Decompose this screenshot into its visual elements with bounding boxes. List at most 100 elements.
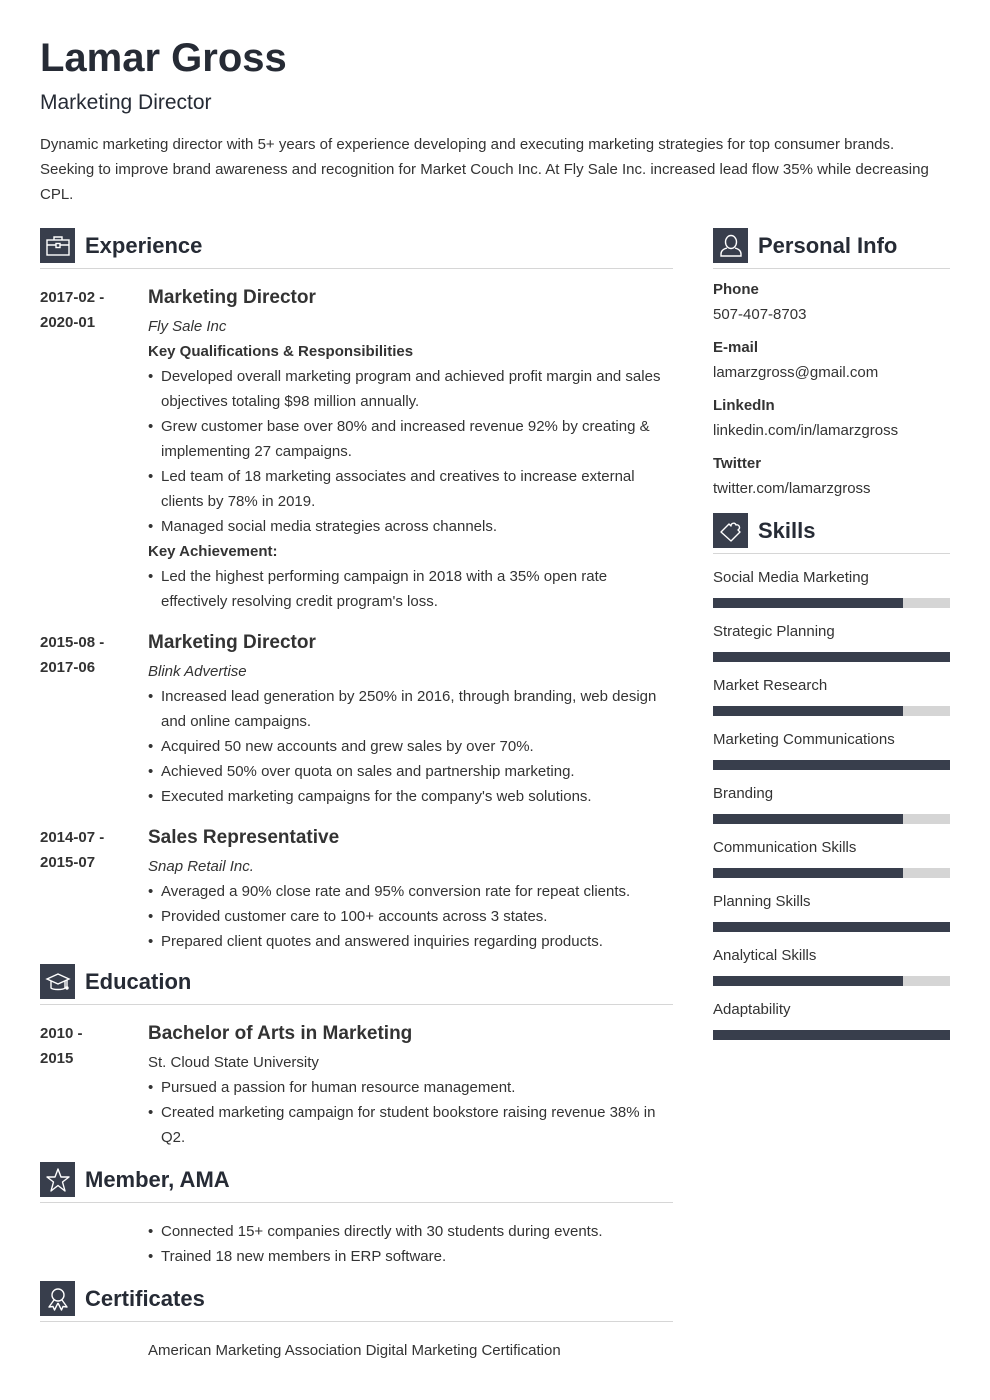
skill-level-bar — [713, 652, 950, 662]
skill-item: Planning Skills — [713, 889, 950, 932]
right-column: Personal Info Phone 507-407-8703 E-mail lam… — [713, 228, 950, 1040]
personal-info-value: lamarzgross@gmail.com — [713, 364, 879, 381]
bullet: Achieved 50% over quota on sales and par… — [148, 759, 673, 784]
experience-header: Experience — [40, 228, 673, 269]
education-header: Education — [40, 964, 673, 1005]
subheading: Key Achievement: — [148, 543, 278, 560]
skill-item: Branding — [713, 781, 950, 824]
bullet: Managed social media strategies across c… — [148, 514, 673, 539]
skill-level-bar — [713, 760, 950, 770]
skills-header: Skills — [713, 513, 950, 554]
skill-name: Strategic Planning — [713, 623, 835, 640]
member-header: Member, AMA — [40, 1162, 673, 1203]
skill-item: Marketing Communications — [713, 727, 950, 770]
date-end: 2017-06 — [40, 659, 96, 676]
skill-item: Strategic Planning — [713, 619, 950, 662]
personal-info-label: E-mail — [713, 339, 759, 356]
company: Blink Advertise — [148, 663, 247, 680]
personal-info-value: twitter.com/lamarzgross — [713, 480, 871, 497]
skill-level-bar — [713, 706, 950, 716]
bullet: Executed marketing campaigns for the com… — [148, 784, 673, 809]
date-start: 2010 - — [40, 1025, 83, 1042]
member-section: Member, AMA Connected 15+ companies dire… — [40, 1162, 673, 1269]
personal-info-value: linkedin.com/in/lamarzgross — [713, 422, 899, 439]
section-title: Member, AMA — [85, 1166, 230, 1192]
date-start: 2017-02 - — [40, 289, 105, 306]
resume-title: Marketing Director — [40, 91, 212, 114]
skill-name: Planning Skills — [713, 893, 811, 910]
award-ribbon-icon — [40, 1281, 75, 1316]
skill-item: Analytical Skills — [713, 943, 950, 986]
briefcase-icon — [40, 228, 75, 263]
skill-level-bar — [713, 922, 950, 932]
experience-bullets: Developed overall marketing program and … — [148, 364, 673, 539]
experience-bullets: Increased lead generation by 250% in 201… — [148, 684, 673, 809]
school: St. Cloud State University — [148, 1054, 319, 1071]
skill-name: Market Research — [713, 677, 828, 694]
date-end: 2015 — [40, 1050, 74, 1067]
achievement-bullets: Led the highest performing campaign in 2… — [148, 564, 673, 614]
bullet: Acquired 50 new accounts and grew sales … — [148, 734, 673, 759]
skill-item: Adaptability — [713, 997, 950, 1040]
personal-info-value: 507-407-8703 — [713, 306, 807, 323]
star-icon — [40, 1162, 75, 1197]
subheading: Key Qualifications & Responsibilities — [148, 343, 414, 360]
bullet: Trained 18 new members in ERP software. — [148, 1244, 673, 1269]
experience-entry: 2015-08 - 2017-06 Marketing Director Blink … — [40, 630, 673, 809]
bullet: Led the highest performing campaign in 2… — [148, 564, 673, 614]
summary: Dynamic marketing director with 5+ years… — [40, 136, 929, 203]
education-dates: 2010 - 2015 — [40, 1021, 148, 1150]
job-title: Marketing Director — [148, 287, 316, 308]
skill-name: Branding — [713, 785, 774, 802]
personal-info-label: LinkedIn — [713, 397, 775, 414]
section-title: Education — [85, 968, 192, 994]
personal-info-label: Twitter — [713, 455, 762, 472]
skill-level-bar — [713, 976, 950, 986]
skill-level-fill — [713, 922, 950, 932]
education-bullets: Pursued a passion for human resource man… — [148, 1075, 673, 1150]
company: Fly Sale Inc — [148, 318, 227, 335]
bullet: Developed overall marketing program and … — [148, 364, 673, 414]
skill-level-fill — [713, 652, 950, 662]
date-end: 2015-07 — [40, 854, 96, 871]
bullet: Averaged a 90% close rate and 95% conver… — [148, 879, 673, 904]
skill-name: Adaptability — [713, 1001, 791, 1018]
skill-name: Social Media Marketing — [713, 569, 869, 586]
skill-level-bar — [713, 1030, 950, 1040]
job-title: Sales Representative — [148, 827, 340, 848]
date-start: 2014-07 - — [40, 829, 105, 846]
date-end: 2020-01 — [40, 314, 96, 331]
bullet: Created marketing campaign for student b… — [148, 1100, 673, 1150]
bullet: Connected 15+ companies directly with 30… — [148, 1219, 673, 1244]
bullet: Prepared client quotes and answered inqu… — [148, 929, 673, 954]
skill-level-fill — [713, 976, 903, 986]
education-section: Education 2010 - 2015 Bachelor of Arts i… — [40, 964, 673, 1150]
degree: Bachelor of Arts in Marketing — [148, 1023, 413, 1044]
bullet: Pursued a passion for human resource man… — [148, 1075, 673, 1100]
skill-name: Analytical Skills — [713, 947, 817, 964]
skill-item: Communication Skills — [713, 835, 950, 878]
bullet: Provided customer care to 100+ accounts … — [148, 904, 673, 929]
skill-level-fill — [713, 760, 950, 770]
skill-level-bar — [713, 868, 950, 878]
job-title: Marketing Director — [148, 632, 316, 653]
personal-info-header: Personal Info — [713, 228, 950, 269]
bullet: Increased lead generation by 250% in 201… — [148, 684, 673, 734]
skill-name: Marketing Communications — [713, 731, 895, 748]
skill-level-fill — [713, 814, 903, 824]
date-start: 2015-08 - — [40, 634, 105, 651]
section-title: Certificates — [85, 1285, 205, 1311]
puzzle-piece-icon — [713, 513, 748, 548]
personal-info-section: Personal Info Phone 507-407-8703 E-mail lam… — [713, 228, 950, 501]
experience-dates: 2014-07 - 2015-07 — [40, 825, 148, 954]
skills-section: Skills Social Media Marketing Strategic P… — [713, 513, 950, 1040]
certificates-section: Certificates American Marketing Associat… — [40, 1281, 673, 1363]
skill-level-bar — [713, 598, 950, 608]
skill-level-fill — [713, 598, 903, 608]
left-column: Experience 2017-02 - 2020-01 Marketing Dir… — [40, 228, 673, 1363]
person-icon — [713, 228, 748, 263]
certificate-item: American Marketing Association Digital M… — [148, 1342, 561, 1359]
member-bullets: Connected 15+ companies directly with 30… — [148, 1219, 673, 1269]
experience-section: Experience 2017-02 - 2020-01 Marketing Dir… — [40, 228, 673, 954]
skill-level-fill — [713, 1030, 950, 1040]
